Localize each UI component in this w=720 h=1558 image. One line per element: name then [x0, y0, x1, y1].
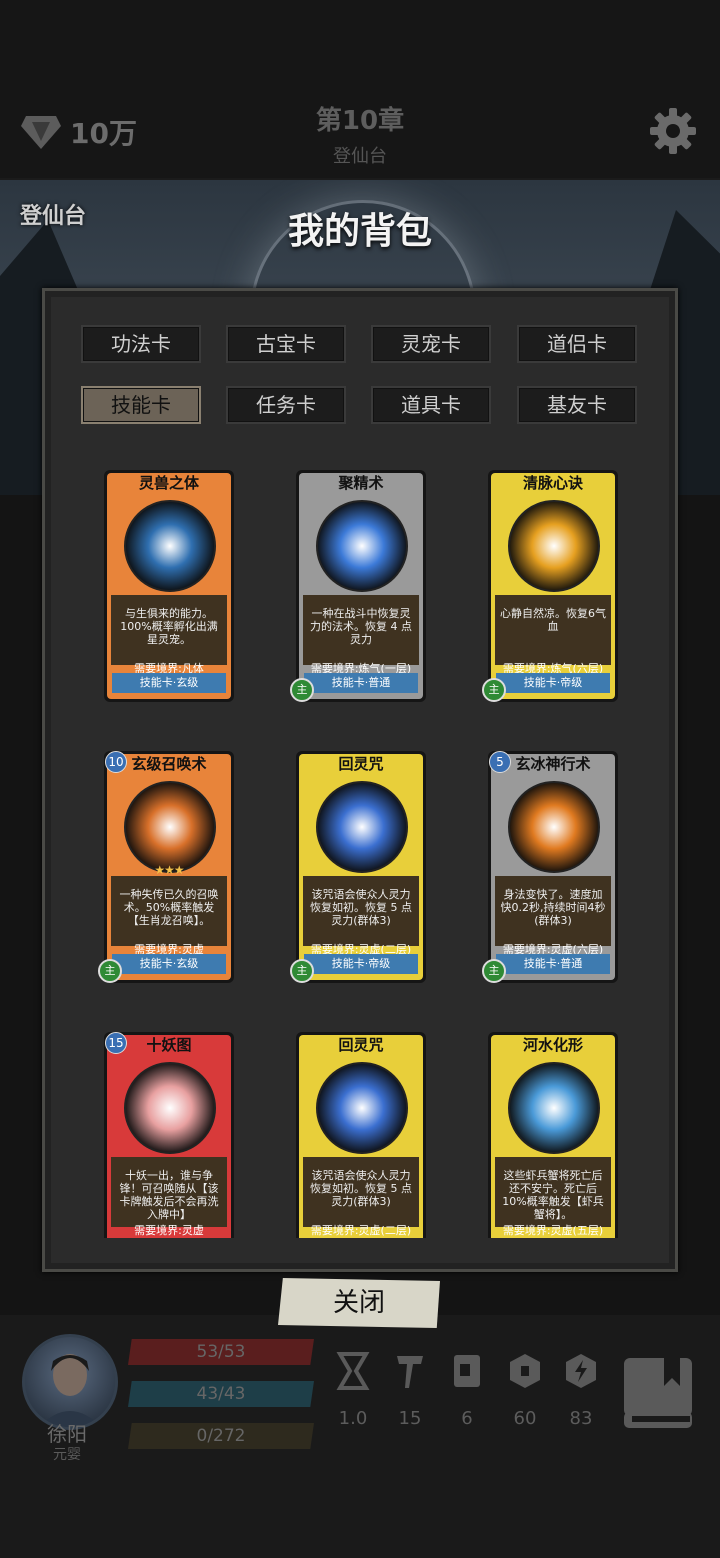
- skill-card[interactable]: 玄级召唤术 ★★★ 一种失传已久的召唤术。50%概率触发【生肖龙召唤】。 需要境…: [98, 751, 234, 983]
- card-art: [124, 1062, 216, 1154]
- card-type: 技能卡·普通: [304, 673, 418, 693]
- card-art: [124, 781, 216, 873]
- player-name: 徐阳: [47, 1422, 87, 1446]
- card-art: [316, 781, 408, 873]
- card-name: 清脉心诀: [522, 474, 583, 492]
- stat-value: 6: [461, 1408, 473, 1429]
- player-rank: 元婴: [53, 1447, 81, 1463]
- main-badge: 主: [290, 959, 314, 983]
- tab-gongfa[interactable]: 功法卡: [81, 325, 201, 363]
- skill-card[interactable]: 十妖图 十妖一出，谁与争锋！可召唤随从【该卡牌触发后不会再洗入牌中】 需要境界:…: [104, 1032, 234, 1238]
- stat-value: 1.0: [338, 1408, 368, 1429]
- tab-gubao[interactable]: 古宝卡: [226, 325, 346, 363]
- card-art: [508, 1062, 600, 1154]
- main-badge: 主: [482, 678, 506, 702]
- card-requirement: 需要境界:灵虚: [134, 1224, 204, 1237]
- card-type: 技能卡·帝级: [496, 673, 610, 693]
- card-type: 技能卡·玄级: [112, 954, 226, 974]
- card-type: 技能卡·玄级: [112, 673, 226, 693]
- card-description: 心静自然凉。恢复6气血: [495, 595, 611, 665]
- card-icon: [454, 1355, 480, 1387]
- card-description: 身法变快了。速度加快0.2秒,持续时间4秒(群体3): [495, 876, 611, 946]
- card-description: 一种在战斗中恢复灵力的法术。恢复 4 点灵力: [303, 595, 419, 665]
- stat-energy: 83: [553, 1352, 609, 1429]
- character-portrait: [39, 1354, 101, 1427]
- card-art: [316, 500, 408, 592]
- card-art: [508, 500, 600, 592]
- card-art: [508, 781, 600, 873]
- location-name: 登仙台: [333, 146, 387, 167]
- card-name: 回灵咒: [338, 1036, 384, 1054]
- tab-task[interactable]: 任务卡: [226, 386, 346, 424]
- stat-speed: 1.0: [325, 1352, 381, 1429]
- card-art: [124, 500, 216, 592]
- skill-card[interactable]: 回灵咒 该咒语会使众人灵力恢复如初。恢复 5 点灵力(群体3) 需要境界:灵虚(…: [296, 1032, 426, 1238]
- card-description: 该咒语会使众人灵力恢复如初。恢复 5 点灵力(群体3): [303, 876, 419, 946]
- skill-card[interactable]: 回灵咒 该咒语会使众人灵力恢复如初。恢复 5 点灵力(群体3) 需要境界:灵虚(…: [290, 751, 426, 983]
- card-type: 技能卡·普通: [496, 954, 610, 974]
- card-art: [316, 1062, 408, 1154]
- tab-item[interactable]: 道具卡: [371, 386, 491, 424]
- shield-icon: [510, 1354, 540, 1388]
- card-name: 灵兽之体: [138, 474, 199, 492]
- hammer-icon: [397, 1356, 423, 1388]
- main-badge: 主: [482, 959, 506, 983]
- mp-bar: 43/43: [128, 1381, 314, 1407]
- avatar[interactable]: [22, 1334, 118, 1430]
- lightning-shield-icon: [566, 1354, 596, 1388]
- hp-bar: 53/53: [128, 1339, 314, 1365]
- card-description: 该咒语会使众人灵力恢复如初。恢复 5 点灵力(群体3): [303, 1157, 419, 1227]
- card-description: 这些虾兵蟹将死亡后还不安宁。死亡后10%概率触发【虾兵蟹将】。: [495, 1157, 611, 1227]
- card-grid: 灵兽之体 与生俱来的能力。100%概率孵化出满星灵宠。 需要境界:凡体 技能卡·…: [60, 462, 660, 1238]
- main-badge: 主: [98, 959, 122, 983]
- stat-value: 83: [569, 1408, 593, 1429]
- stat-attack: 15: [382, 1352, 438, 1429]
- tab-lingchong[interactable]: 灵宠卡: [371, 325, 491, 363]
- exp-bar: 0/272: [128, 1423, 314, 1449]
- top-bar: 10万 第10章 登仙台: [0, 0, 720, 178]
- stat-cards: 6: [439, 1352, 495, 1429]
- chapter-title: 第10章: [315, 106, 405, 136]
- skill-card[interactable]: 玄冰神行术 身法变快了。速度加快0.2秒,持续时间4秒(群体3) 需要境界:灵虚…: [482, 751, 618, 983]
- card-name: 回灵咒: [338, 755, 384, 773]
- card-requirement: 需要境界:灵虚(二层): [310, 1224, 412, 1237]
- level-badge: 5: [489, 751, 511, 773]
- backpack-title: 我的背包: [287, 211, 432, 252]
- card-description: 与生俱来的能力。100%概率孵化出满星灵宠。: [111, 595, 227, 665]
- card-description: 十妖一出，谁与争锋！可召唤随从【该卡牌触发后不会再洗入牌中】: [111, 1157, 227, 1227]
- skill-card[interactable]: 河水化形 这些虾兵蟹将死亡后还不安宁。死亡后10%概率触发【虾兵蟹将】。 需要境…: [488, 1032, 618, 1238]
- stat-defense: 60: [497, 1352, 553, 1429]
- gear-icon[interactable]: [648, 106, 698, 156]
- tab-skill[interactable]: 技能卡: [81, 386, 201, 424]
- main-badge: 主: [290, 678, 314, 702]
- stat-value: 15: [398, 1408, 422, 1429]
- card-name: 河水化形: [522, 1036, 583, 1054]
- card-requirement: 需要境界:灵虚(五层): [502, 1224, 604, 1237]
- card-description: 一种失传已久的召唤术。50%概率触发【生肖龙召唤】。: [111, 876, 227, 946]
- level-badge: 10: [105, 751, 127, 773]
- skill-card[interactable]: 清脉心诀 心静自然凉。恢复6气血 需要境界:炼气(六层) 技能卡·帝级 主: [482, 470, 618, 702]
- star-rating: ★★★: [154, 863, 184, 877]
- close-button[interactable]: 关闭: [278, 1278, 440, 1328]
- card-type: 技能卡·帝级: [304, 954, 418, 974]
- stat-value: 60: [513, 1408, 537, 1429]
- card-name: 聚精术: [338, 474, 384, 492]
- tab-daolv[interactable]: 道侣卡: [517, 325, 637, 363]
- level-badge: 15: [105, 1032, 127, 1054]
- hourglass-icon: [336, 1352, 370, 1390]
- skill-card[interactable]: 灵兽之体 与生俱来的能力。100%概率孵化出满星灵宠。 需要境界:凡体 技能卡·…: [104, 470, 234, 702]
- book-icon[interactable]: [622, 1356, 694, 1430]
- tab-friend[interactable]: 基友卡: [517, 386, 637, 424]
- skill-card[interactable]: 聚精术 一种在战斗中恢复灵力的法术。恢复 4 点灵力 需要境界:炼气(一层) 技…: [290, 470, 426, 702]
